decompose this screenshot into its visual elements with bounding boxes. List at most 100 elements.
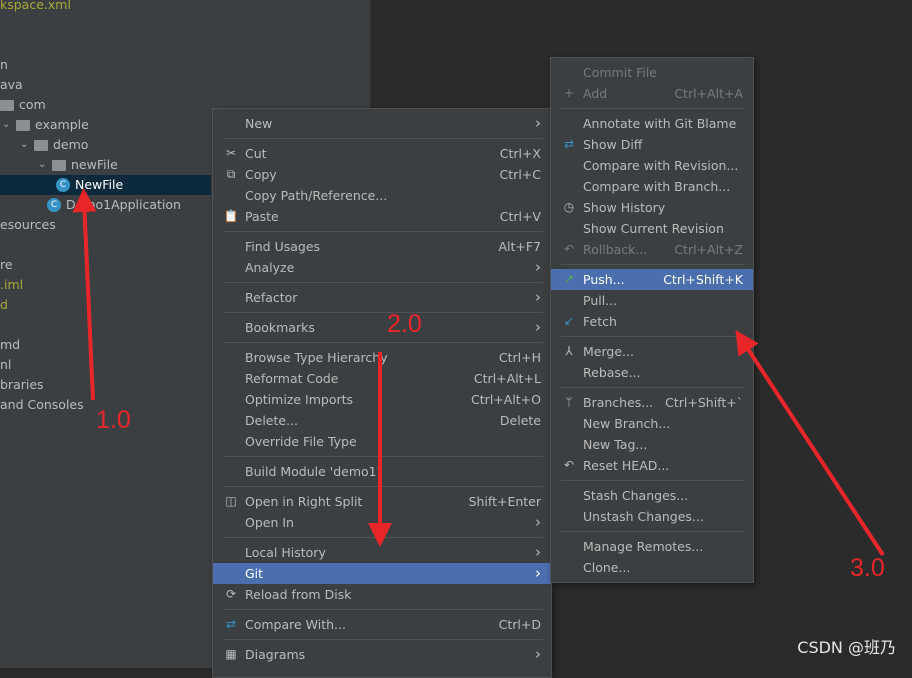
- menu-item-rollback[interactable]: ↶ Rollback... Ctrl+Alt+Z: [551, 239, 753, 260]
- arrow-step3: [735, 329, 885, 557]
- menu-item-override-file-type[interactable]: Override File Type: [213, 431, 551, 452]
- menu-item-delete[interactable]: Delete... Delete: [213, 410, 551, 431]
- menu-item-manage-remotes[interactable]: Manage Remotes...: [551, 536, 753, 557]
- tree-item[interactable]: braries: [0, 375, 44, 395]
- diagram-icon: ▦: [225, 647, 237, 661]
- menu-item-optimize-imports[interactable]: Optimize Imports Ctrl+Alt+O: [213, 389, 551, 410]
- menu-item-unstash-changes[interactable]: Unstash Changes...: [551, 506, 753, 527]
- menu-item-open-in[interactable]: Open In ›: [213, 512, 551, 533]
- menu-separator: [551, 260, 753, 269]
- menu-item-build-module-demo1[interactable]: Build Module 'demo1': [213, 461, 551, 482]
- menu-item-label: Paste: [245, 209, 279, 224]
- menu-item-compare-with[interactable]: ⇄ Compare With... Ctrl+D: [213, 614, 551, 635]
- menu-item-git[interactable]: Git ›: [213, 563, 551, 584]
- menu-item-add[interactable]: + Add Ctrl+Alt+A: [551, 83, 753, 104]
- menu-item-copy-path-reference[interactable]: Copy Path/Reference...: [213, 185, 551, 206]
- menu-separator: [213, 227, 551, 236]
- menu-item-show-diff[interactable]: ⇄ Show Diff: [551, 134, 753, 155]
- reset-icon: ↶: [563, 458, 575, 472]
- shortcut-label: Ctrl+Shift+`: [665, 395, 743, 410]
- tree-item[interactable]: ⌄ newFile: [0, 155, 118, 175]
- menu-item-paste[interactable]: 📋 Paste Ctrl+V: [213, 206, 551, 227]
- menu-item-fetch[interactable]: ↙ Fetch: [551, 311, 753, 332]
- menu-item-show-current-revision[interactable]: Show Current Revision: [551, 218, 753, 239]
- spring-app-icon: C: [47, 198, 61, 212]
- menu-item-clone[interactable]: Clone...: [551, 557, 753, 578]
- chevron-down-icon[interactable]: ⌄: [2, 115, 16, 135]
- tree-item-label: braries: [0, 377, 44, 392]
- menu-item-compare-with-revision[interactable]: Compare with Revision...: [551, 155, 753, 176]
- step-label-1: 1.0: [96, 406, 131, 434]
- menu-item-bookmarks[interactable]: Bookmarks ›: [213, 317, 551, 338]
- tree-item[interactable]: ⌄ demo: [0, 135, 88, 155]
- tree-item[interactable]: d: [0, 295, 8, 315]
- menu-item-merge[interactable]: ⅄ Merge...: [551, 341, 753, 362]
- menu-item-new-branch[interactable]: New Branch...: [551, 413, 753, 434]
- tree-item[interactable]: .iml: [0, 275, 23, 295]
- menu-item-reformat-code[interactable]: Reformat Code Ctrl+Alt+L: [213, 368, 551, 389]
- chevron-right-icon: ›: [535, 645, 541, 663]
- shortcut-label: Delete: [499, 413, 541, 428]
- shortcut-label: Ctrl+Alt+A: [674, 86, 743, 101]
- tree-item[interactable]: nl: [0, 355, 11, 375]
- tree-item-label: newFile: [71, 157, 118, 172]
- chevron-down-icon[interactable]: ⌄: [20, 135, 34, 155]
- tree-item-label: and Consoles: [0, 397, 84, 412]
- menu-item-annotate-with-git-blame[interactable]: Annotate with Git Blame: [551, 113, 753, 134]
- tree-item-label: Demo1Application: [66, 197, 181, 212]
- merge-icon: ⅄: [565, 344, 573, 358]
- menu-item-analyze[interactable]: Analyze ›: [213, 257, 551, 278]
- tree-item[interactable]: n: [0, 55, 8, 75]
- tree-item[interactable]: com: [0, 95, 46, 115]
- menu-item-push[interactable]: ↗ Push... Ctrl+Shift+K: [551, 269, 753, 290]
- tree-item[interactable]: C NewFile: [0, 175, 211, 195]
- tree-item-label: re: [0, 257, 13, 272]
- menu-item-label: Reformat Code: [245, 371, 339, 386]
- menu-item-browse-type-hierarchy[interactable]: Browse Type Hierarchy Ctrl+H: [213, 347, 551, 368]
- menu-item-refactor[interactable]: Refactor ›: [213, 287, 551, 308]
- menu-item-label: Show History: [583, 200, 666, 215]
- menu-item-rebase[interactable]: Rebase...: [551, 362, 753, 383]
- menu-item-diagrams[interactable]: ▦ Diagrams ›: [213, 644, 551, 665]
- menu-item-label: Build Module 'demo1': [245, 464, 381, 479]
- shortcut-label: Shift+Enter: [468, 494, 541, 509]
- menu-item-label: Add: [583, 86, 608, 101]
- menu-item-stash-changes[interactable]: Stash Changes...: [551, 485, 753, 506]
- menu-item-label: New Branch...: [583, 416, 671, 431]
- menu-item-label: Commit File: [583, 65, 657, 80]
- chevron-down-icon[interactable]: ⌄: [38, 155, 52, 175]
- menu-item-new[interactable]: New ›: [213, 113, 551, 134]
- menu-item-label: Rollback...: [583, 242, 648, 257]
- menu-item-reload-from-disk[interactable]: ⟳ Reload from Disk: [213, 584, 551, 605]
- menu-item-compare-with-branch[interactable]: Compare with Branch...: [551, 176, 753, 197]
- menu-item-label: Show Diff: [583, 137, 643, 152]
- tree-item[interactable]: md: [0, 335, 20, 355]
- menu-item-cut[interactable]: ✂ Cut Ctrl+X: [213, 143, 551, 164]
- menu-item-commit-file[interactable]: Commit File: [551, 62, 753, 83]
- shortcut-label: Ctrl+H: [498, 350, 541, 365]
- menu-item-label: Branches...: [583, 395, 654, 410]
- tree-item[interactable]: ⌄ example: [0, 115, 89, 135]
- menu-item-reset-head[interactable]: ↶ Reset HEAD...: [551, 455, 753, 476]
- menu-item-label: Reload from Disk: [245, 587, 352, 602]
- tree-item[interactable]: ava: [0, 75, 23, 95]
- tree-item-label: com: [19, 97, 46, 112]
- menu-item-copy[interactable]: ⧉ Copy Ctrl+C: [213, 164, 551, 185]
- tree-item[interactable]: and Consoles: [0, 395, 84, 415]
- tree-item[interactable]: esources: [0, 215, 56, 235]
- menu-item-open-in-right-split[interactable]: ◫ Open in Right Split Shift+Enter: [213, 491, 551, 512]
- menu-item-branches[interactable]: ᛘ Branches... Ctrl+Shift+`: [551, 392, 753, 413]
- shortcut-label: Ctrl+Alt+Z: [674, 242, 743, 257]
- menu-item-find-usages[interactable]: Find Usages Alt+F7: [213, 236, 551, 257]
- tree-item[interactable]: re: [0, 255, 13, 275]
- folder-icon: [0, 99, 14, 111]
- menu-item-show-history[interactable]: ◷ Show History: [551, 197, 753, 218]
- tree-item[interactable]: kspace.xml: [0, 0, 71, 15]
- menu-item-new-tag[interactable]: New Tag...: [551, 434, 753, 455]
- menu-item-local-history[interactable]: Local History ›: [213, 542, 551, 563]
- menu-item-pull[interactable]: Pull...: [551, 290, 753, 311]
- tree-item-label: kspace.xml: [0, 0, 71, 12]
- shortcut-label: Ctrl+X: [499, 146, 541, 161]
- tree-item[interactable]: C Demo1Application: [0, 195, 181, 215]
- folder-icon: [34, 139, 48, 151]
